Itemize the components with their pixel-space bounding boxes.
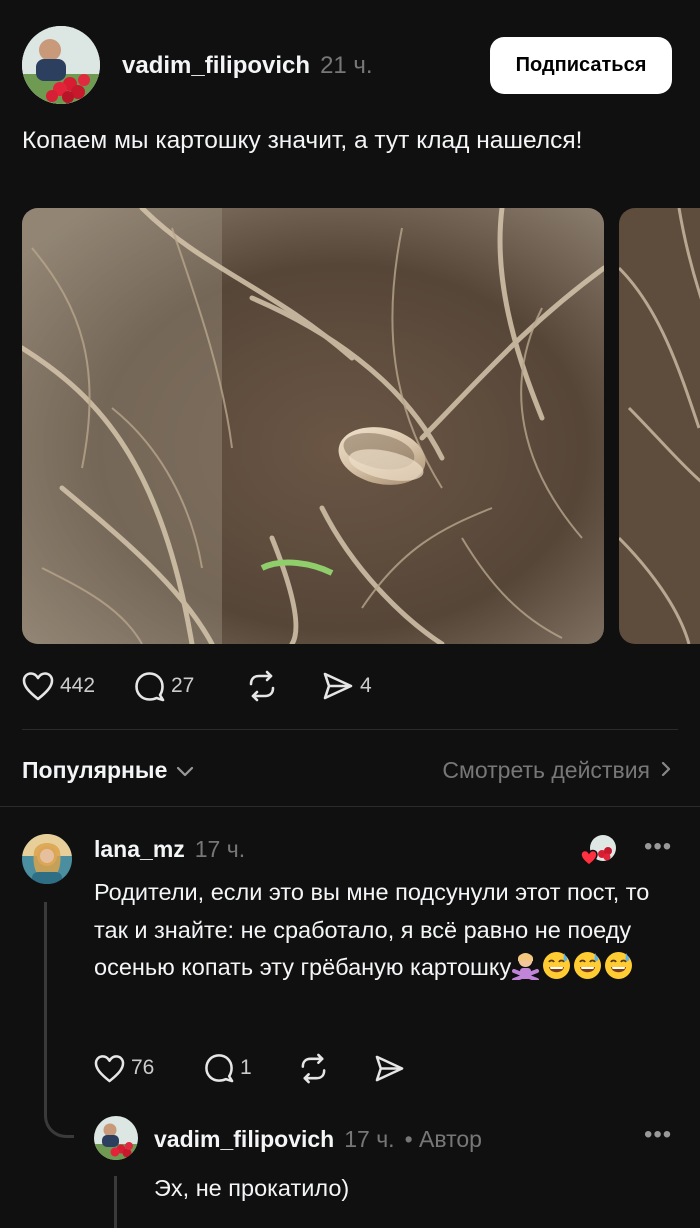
share-count: 4 (360, 674, 372, 697)
more-icon[interactable]: ••• (644, 1123, 672, 1147)
view-activity-label: Смотреть действия (442, 756, 650, 783)
comment-text: Родители, если это вы мне подсунули этот… (94, 874, 674, 987)
divider (22, 729, 678, 730)
comment-time: 17 ч. (194, 836, 246, 862)
comment-bubble-icon (204, 1053, 234, 1083)
reply-text: Эх, не прокатило) (154, 1175, 350, 1201)
send-icon (322, 671, 354, 701)
repost-button[interactable] (246, 670, 322, 702)
emoji-grinning-sweat (604, 951, 633, 980)
media-carousel[interactable] (22, 208, 700, 644)
follow-button[interactable]: Подписаться (490, 37, 672, 94)
like-button[interactable]: 442 (22, 671, 134, 701)
author-line: vadim_filipovich 21 ч. (122, 52, 373, 80)
comment-like-button[interactable]: 76 (94, 1054, 204, 1083)
comment-reply-button[interactable]: 1 (204, 1053, 298, 1083)
emoji-grinning-sweat (573, 951, 602, 980)
post-photo[interactable] (22, 208, 604, 644)
post-actions: 442 27 4 (22, 666, 382, 706)
chevron-right-icon (660, 757, 672, 784)
emoji-grinning-sweat (542, 951, 571, 980)
comment-reply-count: 1 (240, 1056, 252, 1079)
comment-author-username[interactable]: lana_mz (94, 836, 185, 863)
more-icon[interactable]: ••• (644, 835, 672, 859)
reply-author-avatar[interactable] (94, 1116, 138, 1160)
comment-bubble-icon (134, 671, 165, 702)
reply-author-username[interactable]: vadim_filipovich (154, 1126, 334, 1153)
thread-line (44, 902, 74, 1138)
post-time: 21 ч. (320, 52, 373, 79)
reply-time: 17 ч. (344, 1126, 395, 1152)
repost-icon (298, 1053, 329, 1084)
repost-icon (246, 670, 278, 702)
divider (0, 806, 700, 807)
sort-dropdown[interactable]: Популярные (22, 757, 195, 784)
author-badge: • Автор (404, 1126, 482, 1152)
post-header: vadim_filipovich 21 ч. Подписаться (22, 26, 672, 106)
author-username[interactable]: vadim_filipovich (122, 52, 310, 80)
comment-count: 27 (171, 674, 195, 697)
like-count: 442 (60, 674, 96, 697)
chevron-down-icon (175, 757, 195, 784)
comment-repost-button[interactable] (298, 1053, 374, 1084)
comment-like-count: 76 (131, 1056, 155, 1079)
comments-sort-bar: Популярные Смотреть действия (22, 748, 672, 792)
reply-thread-line (114, 1176, 117, 1228)
heart-icon (94, 1054, 125, 1083)
heart-icon (22, 671, 54, 701)
comment-actions: 76 1 (94, 1048, 414, 1088)
emoji-person-gesturing-no (511, 951, 540, 982)
liked-by-author-badge (580, 833, 618, 867)
post-photo-next[interactable] (619, 208, 700, 644)
share-button[interactable]: 4 (322, 671, 382, 701)
send-icon (374, 1054, 405, 1083)
comment-author-avatar[interactable] (22, 834, 72, 884)
reply-header: vadim_filipovich 17 ч. • Автор (154, 1126, 482, 1153)
post-text: Копаем мы картошку значит, а тут клад на… (22, 127, 583, 154)
comment-share-button[interactable] (374, 1054, 414, 1083)
comment-button[interactable]: 27 (134, 671, 246, 702)
view-activity-link[interactable]: Смотреть действия (442, 757, 672, 784)
comment-header: lana_mz 17 ч. (94, 836, 245, 863)
sort-label: Популярные (22, 756, 168, 783)
author-avatar[interactable] (22, 26, 100, 104)
